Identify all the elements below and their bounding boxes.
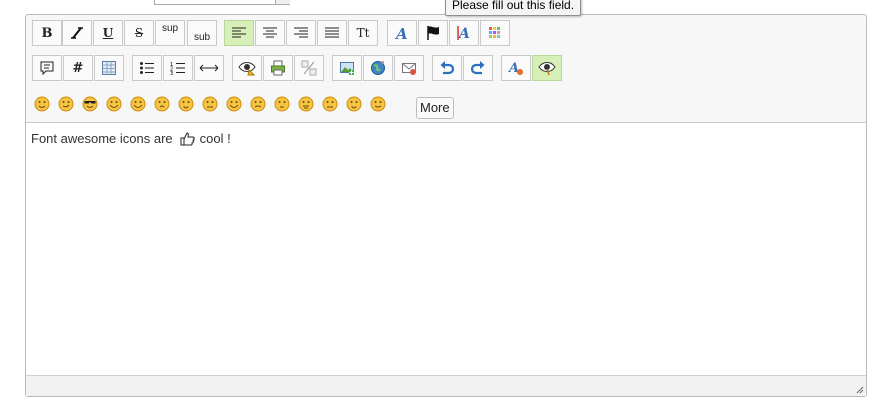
- redo-icon: [470, 61, 485, 75]
- globe-link-icon: [371, 61, 385, 75]
- smiley-icon[interactable]: [250, 96, 266, 112]
- preview-button[interactable]: [232, 55, 262, 81]
- font-size-label: Tt: [356, 26, 370, 40]
- align-right-button[interactable]: [286, 20, 316, 46]
- undo-icon: [440, 61, 455, 75]
- redo-button[interactable]: [463, 55, 493, 81]
- print-button[interactable]: [263, 55, 293, 81]
- smiley-icon[interactable]: [346, 96, 362, 112]
- spellcheck-icon: A: [508, 61, 523, 76]
- align-right-icon: [294, 27, 308, 38]
- validation-tooltip: Please fill out this field.: [445, 0, 582, 16]
- thumbs-up-icon: [180, 131, 195, 145]
- align-center-icon: [263, 27, 277, 38]
- horizontal-rule-icon: [199, 64, 219, 72]
- smiley-icon[interactable]: [202, 96, 218, 112]
- email-button[interactable]: [394, 55, 424, 81]
- bullet-list-button[interactable]: [132, 55, 162, 81]
- hash-button[interactable]: #: [63, 55, 93, 81]
- smiley-icon[interactable]: [82, 96, 98, 112]
- svg-text:A: A: [457, 26, 470, 41]
- toggle-view-button[interactable]: [532, 55, 562, 81]
- horizontal-rule-button[interactable]: [194, 55, 224, 81]
- superscript-button[interactable]: sup: [155, 20, 185, 46]
- text-color-button[interactable]: A: [449, 20, 479, 46]
- image-button[interactable]: [332, 55, 362, 81]
- smiley-icon[interactable]: [370, 96, 386, 112]
- editor-statusbar: [26, 375, 866, 396]
- smiley-icon[interactable]: [226, 96, 242, 112]
- underline-button[interactable]: U: [93, 20, 123, 46]
- smiley-icon[interactable]: [298, 96, 314, 112]
- remove-format-button[interactable]: [294, 55, 324, 81]
- underline-label: U: [102, 26, 114, 40]
- spellcheck-button[interactable]: A: [501, 55, 531, 81]
- numbered-list-button[interactable]: 123: [163, 55, 193, 81]
- italic-icon: [71, 27, 83, 39]
- smiley-icon[interactable]: [154, 96, 170, 112]
- strikethrough-button[interactable]: S: [124, 20, 154, 46]
- more-smileys-button[interactable]: More: [416, 97, 454, 119]
- quote-button[interactable]: [32, 55, 62, 81]
- link-button[interactable]: [363, 55, 393, 81]
- content-text-before: Font awesome icons are: [31, 131, 173, 146]
- text-color-icon: A: [457, 26, 470, 41]
- print-icon: [271, 60, 285, 76]
- hash-icon: #: [72, 60, 84, 76]
- svg-text:A: A: [394, 25, 408, 41]
- smiley-icon[interactable]: [178, 96, 194, 112]
- table-button[interactable]: [94, 55, 124, 81]
- smiley-icon[interactable]: [322, 96, 338, 112]
- bold-label: B: [41, 25, 53, 41]
- quote-icon: [40, 61, 54, 76]
- justify-icon: [325, 27, 339, 38]
- table-icon: [102, 61, 116, 75]
- flag-button[interactable]: [418, 20, 448, 46]
- font-size-button[interactable]: Tt: [348, 20, 378, 46]
- editor-content[interactable]: Font awesome icons are cool !: [31, 131, 231, 146]
- flag-icon: [427, 26, 439, 40]
- editor-toolbar: B U S sup sub Tt A A # 123 A More: [26, 15, 866, 123]
- rich-text-editor: B U S sup sub Tt A A # 123 A More Font a…: [25, 14, 867, 397]
- subscript-button[interactable]: sub: [187, 20, 217, 46]
- smiley-icon[interactable]: [106, 96, 122, 112]
- color-palette-icon: [489, 27, 500, 38]
- image-icon: [340, 62, 354, 75]
- justify-button[interactable]: [317, 20, 347, 46]
- eye-icon: [538, 62, 556, 76]
- numbered-list-icon: 123: [170, 62, 185, 75]
- align-center-button[interactable]: [255, 20, 285, 46]
- align-left-icon: [232, 27, 246, 38]
- smiley-icon[interactable]: [34, 96, 50, 112]
- smiley-icon[interactable]: [58, 96, 74, 112]
- content-text-after: cool !: [199, 131, 231, 146]
- top-field-button[interactable]: [275, 0, 290, 4]
- align-left-button[interactable]: [224, 20, 254, 46]
- font-icon: A: [394, 25, 408, 41]
- font-button[interactable]: A: [387, 20, 417, 46]
- svg-text:A: A: [508, 61, 519, 76]
- smiley-icon[interactable]: [274, 96, 290, 112]
- superscript-label: sup: [161, 23, 179, 34]
- resize-grip-icon[interactable]: [856, 386, 864, 394]
- italic-button[interactable]: [62, 20, 92, 46]
- email-icon: [402, 63, 416, 75]
- subscript-label: sub: [193, 32, 211, 43]
- bullet-list-icon: [140, 62, 154, 74]
- preview-icon: [238, 62, 256, 76]
- color-palette-button[interactable]: [480, 20, 510, 46]
- strike-label: S: [134, 26, 144, 40]
- smiley-icon[interactable]: [130, 96, 146, 112]
- undo-button[interactable]: [432, 55, 462, 81]
- svg-text:3: 3: [170, 71, 173, 75]
- top-input-field[interactable]: [154, 0, 290, 5]
- remove-format-icon: [301, 60, 317, 76]
- bold-button[interactable]: B: [32, 20, 62, 46]
